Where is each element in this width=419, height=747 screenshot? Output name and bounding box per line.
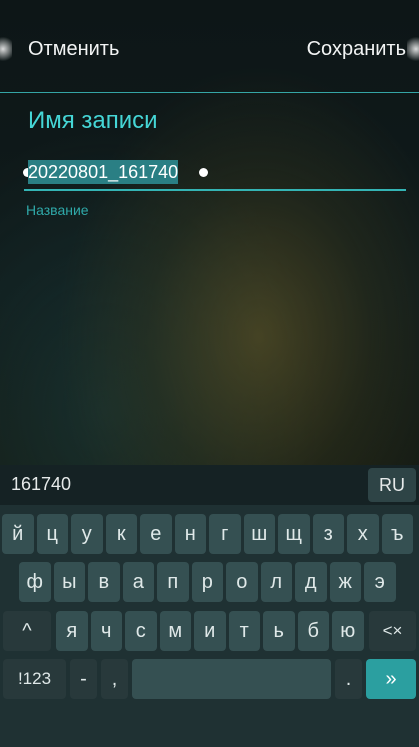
key-ы[interactable]: ы bbox=[53, 562, 85, 602]
key-э[interactable]: э bbox=[364, 562, 396, 602]
key-ь[interactable]: ь bbox=[263, 611, 295, 651]
key-л[interactable]: л bbox=[260, 562, 292, 602]
key-в[interactable]: в bbox=[88, 562, 120, 602]
page-title: Имя записи bbox=[28, 107, 158, 134]
key-а[interactable]: а bbox=[122, 562, 154, 602]
space-key[interactable] bbox=[132, 659, 331, 699]
field-hint: Название bbox=[26, 202, 89, 218]
key-у[interactable]: у bbox=[71, 514, 103, 554]
cancel-button[interactable]: Отменить bbox=[28, 38, 119, 61]
suggestion-bar: 161740 RU bbox=[0, 465, 419, 505]
key-б[interactable]: б bbox=[297, 611, 329, 651]
key-п[interactable]: п bbox=[157, 562, 189, 602]
name-field-value[interactable]: 20220801_161740 bbox=[28, 160, 179, 184]
key-й[interactable]: й bbox=[2, 514, 34, 554]
symbols-key[interactable]: !123 bbox=[3, 659, 66, 699]
key-ц[interactable]: ц bbox=[36, 514, 68, 554]
key-и[interactable]: и bbox=[194, 611, 226, 651]
key-ч[interactable]: ч bbox=[90, 611, 122, 651]
selection-handle-end[interactable] bbox=[199, 168, 208, 177]
key-м[interactable]: м bbox=[159, 611, 191, 651]
key-ш[interactable]: ш bbox=[243, 514, 275, 554]
key-д[interactable]: д bbox=[295, 562, 327, 602]
key-ю[interactable]: ю bbox=[332, 611, 364, 651]
key-я[interactable]: я bbox=[56, 611, 88, 651]
comma-key[interactable]: , bbox=[101, 659, 128, 699]
backspace-key[interactable]: <× bbox=[369, 611, 416, 651]
key-щ[interactable]: щ bbox=[278, 514, 310, 554]
top-bar: Отменить Сохранить bbox=[0, 0, 419, 92]
key-н[interactable]: н bbox=[174, 514, 206, 554]
field-underline bbox=[24, 189, 406, 191]
language-key[interactable]: RU bbox=[368, 468, 416, 502]
key-ъ[interactable]: ъ bbox=[381, 514, 413, 554]
key-с[interactable]: с bbox=[125, 611, 157, 651]
key-т[interactable]: т bbox=[228, 611, 260, 651]
period-key[interactable]: . bbox=[335, 659, 362, 699]
key-х[interactable]: х bbox=[347, 514, 379, 554]
shift-key[interactable]: ^ bbox=[3, 611, 51, 651]
key-к[interactable]: к bbox=[105, 514, 137, 554]
top-divider bbox=[0, 92, 419, 93]
key-з[interactable]: з bbox=[312, 514, 344, 554]
key-ф[interactable]: ф bbox=[19, 562, 51, 602]
key-о[interactable]: о bbox=[226, 562, 258, 602]
highlight-left bbox=[0, 34, 12, 64]
key-г[interactable]: г bbox=[209, 514, 241, 554]
key-р[interactable]: р bbox=[191, 562, 223, 602]
name-field[interactable]: 20220801_161740 bbox=[23, 160, 406, 191]
keyboard: 161740 RU йцукенгшщзхъ фывапролджэ ^ <× … bbox=[0, 465, 419, 747]
save-button[interactable]: Сохранить bbox=[307, 38, 406, 61]
highlight-right bbox=[407, 34, 419, 64]
key-ж[interactable]: ж bbox=[329, 562, 361, 602]
suggestion-word[interactable]: 161740 bbox=[11, 474, 71, 495]
key-е[interactable]: е bbox=[140, 514, 172, 554]
minus-key[interactable]: - bbox=[70, 659, 97, 699]
enter-key[interactable]: » bbox=[366, 659, 416, 699]
